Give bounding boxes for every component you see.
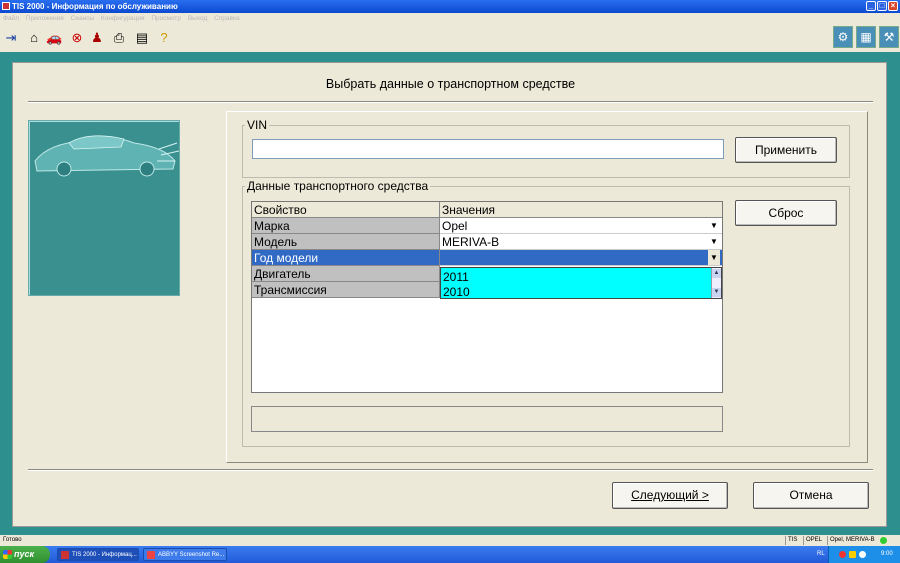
abbyy-app-icon [147,551,155,559]
menu-file[interactable]: Файл [3,15,19,22]
start-button[interactable]: пуск [0,546,50,563]
taskbar-item-label: TIS 2000 - Информац... [72,552,137,558]
close-button[interactable]: × [888,1,898,11]
reset-button[interactable]: Сброс [735,200,837,226]
menu-exit[interactable]: Выход [188,15,207,22]
car-silhouette-icon [34,135,180,177]
row-property: Модель [252,234,440,250]
vehicle-data-legend: Данные транспортного средства [247,179,429,193]
connection-status-icon [880,537,887,544]
tray-volume-icon[interactable] [859,551,866,558]
stop-icon[interactable]: ⊗ [69,30,85,46]
header-value: Значения [440,202,722,218]
make-value: Opel [442,219,468,233]
status-text: Готово [3,537,22,543]
car-image [28,120,180,296]
chevron-up-icon[interactable]: ▲ [712,269,721,278]
row-property: Марка [252,218,440,234]
dropdown-option[interactable]: 2011 [443,268,469,284]
home-icon[interactable]: ⌂ [26,30,42,46]
table-row[interactable]: Марка Opel ▼ [252,218,722,234]
row-value[interactable]: ▼ [440,250,722,266]
dropdown-scrollbar[interactable]: ▲ ▼ [711,268,721,298]
chevron-down-icon[interactable]: ▼ [708,250,720,265]
windows-logo-icon [3,550,12,559]
language-indicator[interactable]: RL [817,546,825,563]
notebook-icon[interactable]: ▤ [134,30,150,46]
next-button[interactable]: Следующий > [612,482,728,509]
apply-button[interactable]: Применить [735,137,837,163]
status-cell-make: OPEL [803,536,822,545]
start-label: пуск [14,549,35,559]
vin-legend: VIN [247,118,268,132]
status-bar: Готово TIS OPEL Opel, MERIVA-B [0,535,900,546]
menu-help[interactable]: Справка [214,15,240,22]
taskbar: пуск TIS 2000 - Информац... ABBYY Screen… [0,546,900,563]
divider-top [28,101,873,103]
exit-door-icon[interactable]: ⇥ [3,30,19,46]
model-year-dropdown[interactable]: 2011 2010 ▲ ▼ [440,267,722,299]
app-icon [2,2,10,10]
menu-view[interactable]: Просмотр [151,15,181,22]
row-property: Год модели [252,250,440,266]
tray-alert-icon[interactable] [839,551,846,558]
car-icon[interactable]: 🚗 [46,30,62,46]
system-tray: RL 9:00 [817,546,900,563]
chevron-down-icon[interactable]: ▼ [708,218,720,233]
print-icon[interactable]: ⎙ [111,30,127,46]
row-property: Двигатель [252,266,440,282]
table-row-selected[interactable]: Год модели ▼ [252,250,722,266]
tray-app-icon[interactable] [849,551,856,558]
minimize-button[interactable]: _ [866,1,876,11]
dropdown-option[interactable]: 2010 [443,283,470,299]
clock: 9:00 [881,551,893,557]
model-value: MERIVA-B [442,235,500,249]
tis-app-icon [61,551,69,559]
maximize-button[interactable]: □ [877,1,887,11]
row-value[interactable]: Opel ▼ [440,218,722,234]
person-icon[interactable]: ♟ [89,30,105,46]
chevron-down-icon[interactable]: ▼ [708,234,720,249]
taskbar-item-abbyy[interactable]: ABBYY Screenshot Re... [143,548,227,561]
vehicle-data-icon[interactable]: ▦ [856,26,876,48]
taskbar-item-tis[interactable]: TIS 2000 - Информац... [57,548,139,561]
header-property: Свойство [252,202,440,218]
vin-input[interactable] [252,139,724,159]
grid-header-row: Свойство Значения [252,202,722,218]
row-value[interactable]: MERIVA-B ▼ [440,234,722,250]
menu-configuration[interactable]: Конфигурация [101,15,145,22]
window-title-bar: TIS 2000 - Информация по обслуживанию _ … [0,0,900,13]
status-cell-app: TIS [785,536,797,545]
status-cell-vehicle: Opel, MERIVA-B [827,536,875,545]
taskbar-item-label: ABBYY Screenshot Re... [158,552,225,558]
menu-bar: Файл Приложения Сеансы Конфигурация Прос… [0,13,900,24]
next-button-label: Следующий > [631,488,709,502]
window-title: TIS 2000 - Информация по обслуживанию [12,2,178,11]
menu-sessions[interactable]: Сеансы [71,15,94,22]
cancel-button[interactable]: Отмена [753,482,869,509]
table-row[interactable]: Модель MERIVA-B ▼ [252,234,722,250]
grid-status-field [251,406,723,432]
divider-bottom [28,469,873,471]
row-property: Трансмиссия [252,282,440,298]
car-service-icon[interactable]: ⚒ [879,26,899,48]
chevron-down-icon[interactable]: ▼ [712,288,721,297]
menu-applications[interactable]: Приложения [26,15,64,22]
toolbar: ⇥ ⌂ 🚗 ⊗ ♟ ⎙ ▤ ? ⚙ ▦ ⚒ [0,24,900,52]
diagnostic-icon[interactable]: ⚙ [833,26,853,48]
help-icon[interactable]: ? [156,30,172,46]
page-title: Выбрать данные о транспортном средстве [325,77,576,91]
